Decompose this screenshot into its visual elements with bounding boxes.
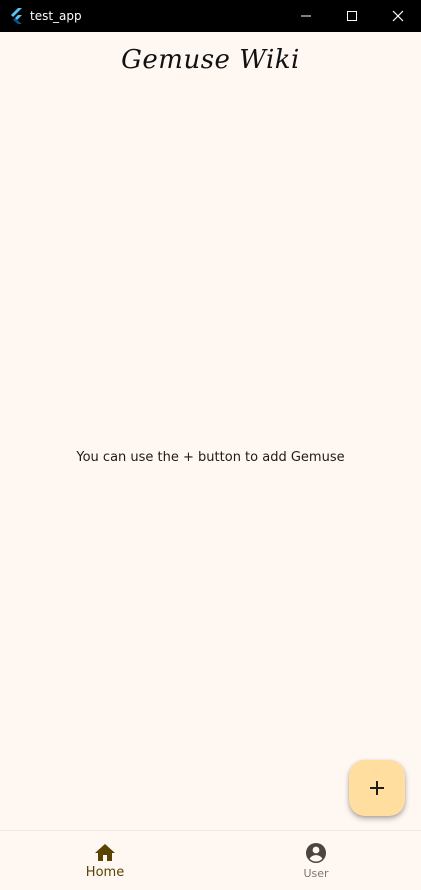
close-icon <box>392 10 404 22</box>
maximize-icon <box>347 11 357 21</box>
app-window: test_app Gemuse Wiki You can use the + b… <box>0 0 421 890</box>
plus-icon <box>370 781 384 795</box>
close-button[interactable] <box>375 0 421 32</box>
maximize-button[interactable] <box>329 0 375 32</box>
empty-state-message: You can use the + button to add Gemuse <box>76 450 345 465</box>
home-icon <box>95 844 115 861</box>
window-titlebar[interactable]: test_app <box>0 0 421 32</box>
add-gemuse-button[interactable] <box>349 760 405 816</box>
bottom-navigation: Home User <box>0 830 421 890</box>
window-title: test_app <box>30 9 82 23</box>
account-circle-icon <box>306 843 326 863</box>
flutter-icon <box>11 8 22 24</box>
nav-label-home: Home <box>85 865 125 880</box>
nav-item-home[interactable]: Home <box>0 831 210 890</box>
minimize-icon <box>301 15 311 17</box>
nav-label-user: User <box>303 867 329 880</box>
nav-item-user[interactable]: User <box>211 831 421 890</box>
minimize-button[interactable] <box>283 0 329 32</box>
app-bar: Gemuse Wiki <box>0 32 421 90</box>
main-content: You can use the + button to add Gemuse <box>0 90 421 830</box>
app-title: Gemuse Wiki <box>121 45 300 75</box>
